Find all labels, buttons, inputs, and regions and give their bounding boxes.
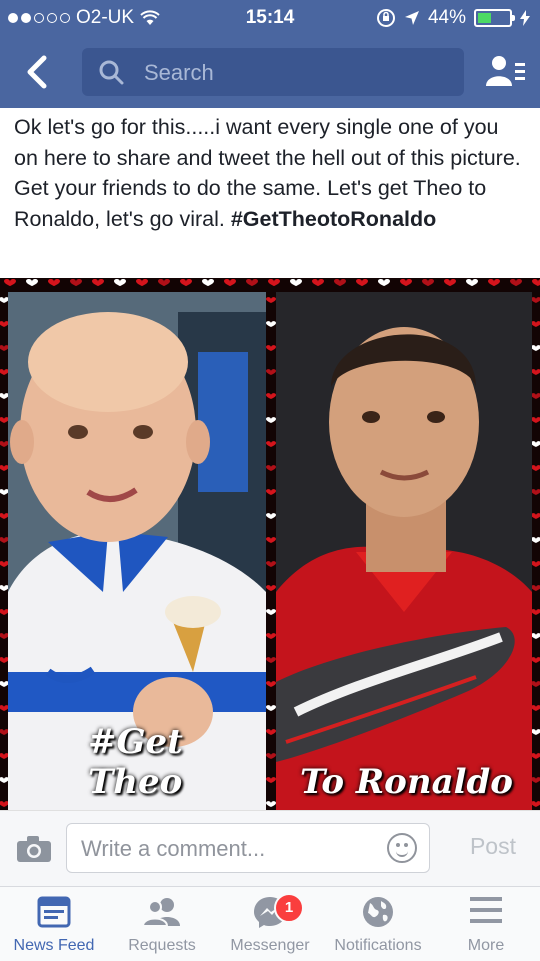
- tab-label: Requests: [128, 937, 196, 954]
- search-bar[interactable]: Search: [82, 48, 464, 96]
- tab-label: Messenger: [230, 937, 310, 954]
- post-comment-button[interactable]: Post: [470, 833, 516, 860]
- search-placeholder: Search: [144, 60, 214, 85]
- image-panel-left: #Get Theo: [8, 292, 266, 810]
- tab-bar: News Feed Requests 1 Messenger Notificat…: [0, 886, 540, 961]
- battery-percent: 44%: [427, 7, 466, 28]
- friend-requests-icon: [142, 898, 180, 927]
- friends-list-button[interactable]: [486, 53, 526, 94]
- battery-icon: [474, 9, 515, 27]
- search-icon: [99, 60, 124, 85]
- charging-bolt-icon: [520, 10, 530, 26]
- camera-icon: [17, 836, 51, 862]
- status-bar: O2-UK 15:14 44%: [0, 0, 540, 36]
- menu-icon: [470, 897, 502, 923]
- tab-requests[interactable]: Requests: [108, 887, 216, 961]
- footballer-photo: [276, 292, 532, 810]
- globe-icon: [363, 897, 393, 927]
- back-button[interactable]: [20, 52, 56, 92]
- tab-label: More: [467, 937, 505, 954]
- tab-label: News Feed: [13, 937, 95, 954]
- navigation-bar: Search: [0, 36, 540, 108]
- tab-messenger[interactable]: 1 Messenger: [216, 887, 324, 961]
- messenger-badge: 1: [274, 893, 304, 923]
- post-hashtag[interactable]: #GetTheotoRonaldo: [231, 207, 436, 231]
- camera-button[interactable]: [16, 835, 52, 868]
- post-image[interactable]: #Get Theo To Ronaldo: [0, 278, 540, 810]
- status-icons: 44%: [376, 7, 530, 29]
- rotation-lock-icon: [376, 9, 395, 27]
- comment-bar: Write a comment... Post: [0, 810, 540, 887]
- news-feed-icon: [37, 896, 71, 928]
- comment-input[interactable]: Write a comment...: [66, 823, 430, 873]
- post-text: Ok let's go for this.....i want every si…: [14, 112, 526, 234]
- tab-more[interactable]: More: [432, 887, 540, 961]
- location-arrow-icon: [404, 11, 419, 25]
- tab-notifications[interactable]: Notifications: [324, 887, 432, 961]
- emoji-icon[interactable]: [387, 833, 417, 863]
- tab-label: Notifications: [334, 937, 422, 954]
- tab-news-feed[interactable]: News Feed: [0, 887, 108, 961]
- caption-right: To Ronaldo: [300, 762, 513, 802]
- friends-list-icon: [486, 56, 525, 86]
- image-panel-right: To Ronaldo: [276, 292, 532, 810]
- caption-left: #Get Theo: [88, 722, 183, 802]
- comment-placeholder: Write a comment...: [81, 836, 266, 861]
- chevron-left-icon: [27, 55, 47, 89]
